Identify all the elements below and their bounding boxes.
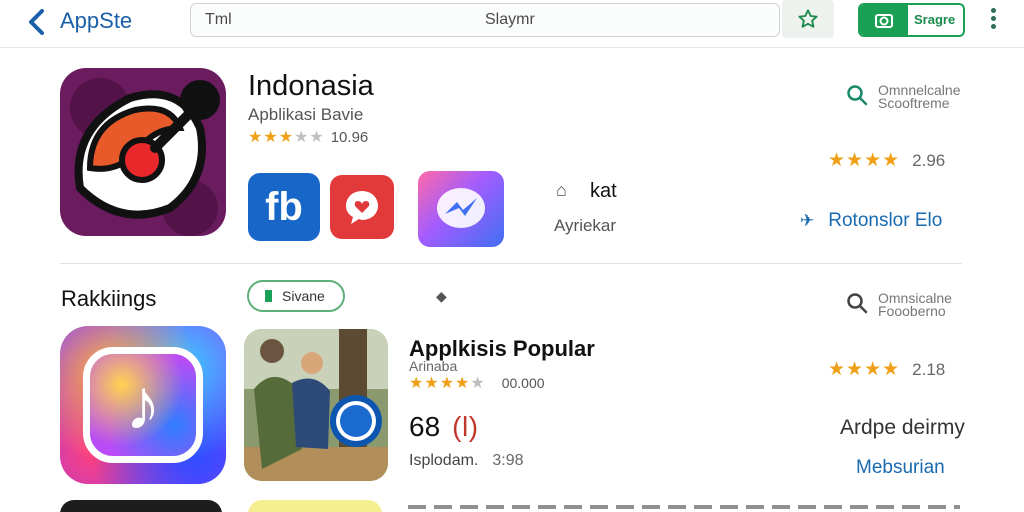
ranking-filter-chip[interactable]: Sivane [247,280,345,312]
popular-app-rating: ★★★★★ 00.000 [409,373,545,393]
ranking-section-title: Rakkiings [61,286,157,311]
footer-value: 3:98 [492,452,524,469]
camera-icon [860,5,908,35]
messenger-app-icon[interactable] [418,171,504,247]
featured-side-link[interactable]: ✈ Rotonslor Elo [800,210,942,232]
rating-stars: ★★★★ [828,359,901,380]
next-app-title-partial [408,505,960,509]
count-value: 68 [409,411,441,442]
ranking-search-link[interactable]: Omnsicalne Foooberno [846,291,952,319]
search-icon [847,293,868,314]
featured-app-title[interactable]: Indonasia [248,70,374,103]
rating-value: 10.96 [330,129,369,146]
kebab-icon[interactable] [986,8,1000,34]
featured-app-subtitle: Apblikasi Bavie [248,105,364,124]
favorite-button[interactable] [782,0,834,38]
featured-side-rating: ★★★★ 2.96 [828,149,945,172]
rating-value: 2.18 [912,360,946,379]
save-button[interactable]: Sragre [858,3,965,37]
chip-label: Sivane [282,288,325,304]
rating-stars: ★★★★ [828,150,901,171]
tag-icon[interactable]: ◆ [436,288,447,305]
chat-app-icon[interactable] [330,175,394,239]
rating-value: 2.96 [912,151,946,170]
featured-app-icon[interactable] [60,68,226,236]
home-icon: ⌂ [556,180,567,200]
section-divider [60,263,962,264]
next-app-image-partial[interactable] [248,500,382,512]
ranking-side-link[interactable]: Mebsurian [856,457,945,479]
popular-app-footer: Isplodam. 3:98 [409,452,524,470]
app-screenshot-image[interactable] [244,329,388,481]
search-prefix-text: Tml [205,11,232,28]
category-sub: Ayriekar [554,216,617,235]
count-symbol: (ǀ) [452,411,479,442]
music-app-icon[interactable]: ♪ [60,326,226,484]
rating-value: 00.000 [501,375,545,391]
popular-app-subtitle: Arinaba [409,358,458,374]
category-label[interactable]: kat [590,180,617,203]
featured-search-link[interactable]: Omnnelcalne Scooftreme [846,83,961,111]
side-link-label: Rotonslor Elo [828,210,943,231]
facebook-app-icon[interactable]: fb [248,173,320,241]
side-text-line-2: Foooberno [878,303,946,319]
chip-icon [265,290,272,302]
search-icon [847,85,868,106]
rating-stars: ★★★★★ [248,129,325,146]
music-note-icon: ♪ [83,347,203,463]
side-text-line-2: Scooftreme [878,95,950,111]
footer-label: Isplodam. [409,452,479,469]
search-input[interactable]: Tml Slaymr [190,3,780,37]
top-bar: AppSte Tml Slaymr Sragre [0,0,1024,48]
search-placeholder: Slaymr [485,11,535,28]
save-button-label: Sragre [914,12,956,27]
ranking-side-label: Ardpe deirmy [840,416,965,439]
next-app-icon-partial[interactable] [60,500,222,512]
star-icon [798,9,818,28]
rating-stars: ★★★★★ [409,375,486,392]
ranking-side-rating: ★★★★ 2.18 [828,358,945,381]
pin-icon: ✈ [800,211,815,230]
chevron-left-icon[interactable] [24,8,50,36]
app-store-brand[interactable]: AppSte [60,8,132,34]
popular-app-count: 68 (ǀ) [409,411,478,443]
featured-app-rating: ★★★★★ 10.96 [248,127,368,147]
